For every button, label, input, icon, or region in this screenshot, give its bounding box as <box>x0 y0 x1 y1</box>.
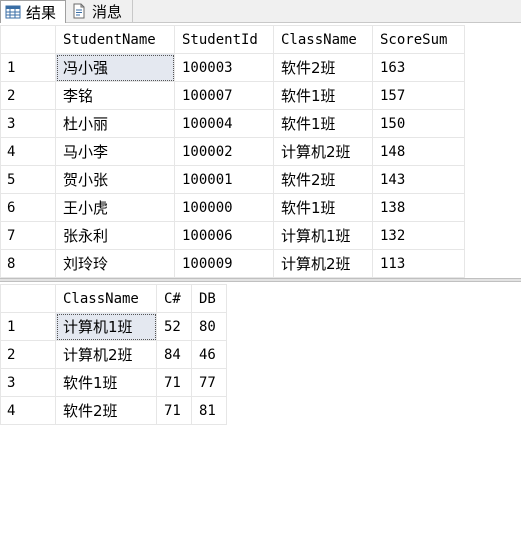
results-grid-2: ClassName C# DB 1 计算机1班 52 80 2 计算机2班 84… <box>0 284 227 425</box>
cell-classname[interactable]: 软件1班 <box>55 368 157 397</box>
corner-cell[interactable] <box>0 284 56 313</box>
cell-classname[interactable]: 计算机2班 <box>55 340 157 369</box>
row-number[interactable]: 2 <box>0 81 56 110</box>
cell-db[interactable]: 46 <box>191 340 227 369</box>
table-row: 2 计算机2班 84 46 <box>0 340 227 369</box>
header-row: ClassName C# DB <box>0 284 227 313</box>
column-header-classname[interactable]: ClassName <box>55 284 157 313</box>
cell-studentname[interactable]: 李铭 <box>55 81 175 110</box>
cell-scoresum[interactable]: 148 <box>372 137 465 166</box>
row-number[interactable]: 3 <box>0 368 56 397</box>
results-splitter[interactable] <box>0 278 521 282</box>
cell-classname[interactable]: 计算机1班 <box>273 221 373 250</box>
cell-scoresum[interactable]: 132 <box>372 221 465 250</box>
cell-scoresum[interactable]: 157 <box>372 81 465 110</box>
cell-db[interactable]: 77 <box>191 368 227 397</box>
grid-results-icon <box>5 5 21 19</box>
results-tab-bar: 结果 消息 <box>0 0 521 23</box>
row-number[interactable]: 1 <box>0 312 56 341</box>
messages-icon <box>71 3 87 19</box>
cell-studentname[interactable]: 马小李 <box>55 137 175 166</box>
table-row: 5 贺小张 100001 软件2班 143 <box>0 165 465 194</box>
row-number[interactable]: 5 <box>0 165 56 194</box>
cell-classname[interactable]: 软件2班 <box>55 396 157 425</box>
cell-studentid[interactable]: 100001 <box>174 165 274 194</box>
cell-csharp[interactable]: 71 <box>156 396 192 425</box>
table-row: 3 软件1班 71 77 <box>0 368 227 397</box>
cell-studentname[interactable]: 张永利 <box>55 221 175 250</box>
column-header-csharp[interactable]: C# <box>156 284 192 313</box>
tab-results[interactable]: 结果 <box>0 0 66 23</box>
row-number[interactable]: 3 <box>0 109 56 138</box>
cell-studentid[interactable]: 100000 <box>174 193 274 222</box>
tab-messages[interactable]: 消息 <box>67 0 133 22</box>
cell-classname[interactable]: 计算机2班 <box>273 249 373 278</box>
cell-classname[interactable]: 软件1班 <box>273 81 373 110</box>
cell-classname[interactable]: 软件1班 <box>273 109 373 138</box>
cell-csharp[interactable]: 84 <box>156 340 192 369</box>
cell-studentname[interactable]: 贺小张 <box>55 165 175 194</box>
table-row: 8 刘玲玲 100009 计算机2班 113 <box>0 249 465 278</box>
row-number[interactable]: 8 <box>0 249 56 278</box>
cell-scoresum[interactable]: 138 <box>372 193 465 222</box>
results-grid-1: StudentName StudentId ClassName ScoreSum… <box>0 25 465 278</box>
cell-csharp[interactable]: 52 <box>156 312 192 341</box>
cell-classname[interactable]: 软件2班 <box>273 165 373 194</box>
cell-studentid[interactable]: 100003 <box>174 53 274 82</box>
tab-results-label: 结果 <box>26 3 57 22</box>
table-row: 1 计算机1班 52 80 <box>0 312 227 341</box>
table-row: 2 李铭 100007 软件1班 157 <box>0 81 465 110</box>
tab-messages-label: 消息 <box>92 2 123 21</box>
row-number[interactable]: 4 <box>0 137 56 166</box>
column-header-classname[interactable]: ClassName <box>273 25 373 54</box>
table-row: 3 杜小丽 100004 软件1班 150 <box>0 109 465 138</box>
header-row: StudentName StudentId ClassName ScoreSum <box>0 25 465 54</box>
row-number[interactable]: 7 <box>0 221 56 250</box>
cell-studentname[interactable]: 王小虎 <box>55 193 175 222</box>
cell-db[interactable]: 81 <box>191 396 227 425</box>
cell-scoresum[interactable]: 113 <box>372 249 465 278</box>
table-row: 6 王小虎 100000 软件1班 138 <box>0 193 465 222</box>
table-row: 7 张永利 100006 计算机1班 132 <box>0 221 465 250</box>
column-header-db[interactable]: DB <box>191 284 227 313</box>
row-number[interactable]: 2 <box>0 340 56 369</box>
row-number[interactable]: 4 <box>0 396 56 425</box>
cell-studentid[interactable]: 100004 <box>174 109 274 138</box>
row-number[interactable]: 1 <box>0 53 56 82</box>
cell-scoresum[interactable]: 163 <box>372 53 465 82</box>
cell-classname[interactable]: 计算机1班 <box>55 312 157 341</box>
table-row: 1 冯小强 100003 软件2班 163 <box>0 53 465 82</box>
cell-studentid[interactable]: 100006 <box>174 221 274 250</box>
cell-studentname[interactable]: 刘玲玲 <box>55 249 175 278</box>
cell-scoresum[interactable]: 143 <box>372 165 465 194</box>
cell-studentname[interactable]: 冯小强 <box>55 53 175 82</box>
cell-studentid[interactable]: 100007 <box>174 81 274 110</box>
table-row: 4 软件2班 71 81 <box>0 396 227 425</box>
cell-studentname[interactable]: 杜小丽 <box>55 109 175 138</box>
table-row: 4 马小李 100002 计算机2班 148 <box>0 137 465 166</box>
cell-classname[interactable]: 软件2班 <box>273 53 373 82</box>
column-header-studentname[interactable]: StudentName <box>55 25 175 54</box>
cell-classname[interactable]: 软件1班 <box>273 193 373 222</box>
cell-studentid[interactable]: 100009 <box>174 249 274 278</box>
row-number[interactable]: 6 <box>0 193 56 222</box>
column-header-studentid[interactable]: StudentId <box>174 25 274 54</box>
cell-db[interactable]: 80 <box>191 312 227 341</box>
column-header-scoresum[interactable]: ScoreSum <box>372 25 465 54</box>
cell-csharp[interactable]: 71 <box>156 368 192 397</box>
cell-classname[interactable]: 计算机2班 <box>273 137 373 166</box>
cell-scoresum[interactable]: 150 <box>372 109 465 138</box>
corner-cell[interactable] <box>0 25 56 54</box>
cell-studentid[interactable]: 100002 <box>174 137 274 166</box>
